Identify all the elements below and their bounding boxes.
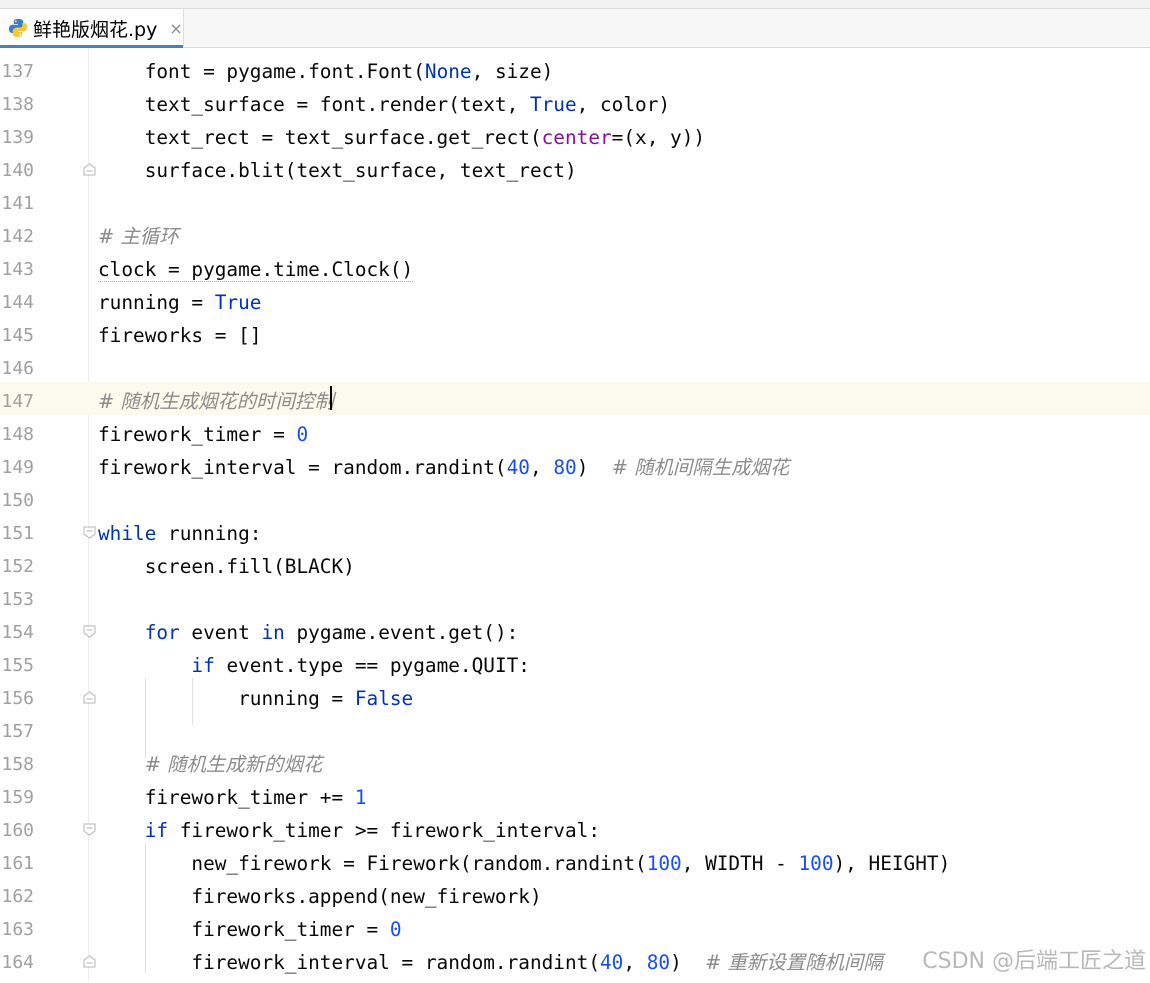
code-line: 145 fireworks = [] <box>0 316 1150 349</box>
fold-end-icon[interactable] <box>83 955 96 968</box>
window-top-border <box>0 0 1150 9</box>
code-text: firework_timer = 0 <box>98 918 402 941</box>
code-line: 144 running = True <box>0 283 1150 316</box>
line-number: 144 <box>1 292 34 313</box>
line-number: 145 <box>1 325 34 346</box>
code-line: 154 for event in pygame.event.get(): <box>0 613 1150 646</box>
code-line: 137 font = pygame.font.Font(None, size) <box>0 52 1150 85</box>
code-line: 143 clock = pygame.time.Clock() <box>0 250 1150 283</box>
line-number: 148 <box>1 424 34 445</box>
code-text: if firework_timer >= firework_interval: <box>144 819 601 842</box>
code-text: running = False <box>98 687 414 710</box>
code-text: clock = pygame.time.Clock() <box>98 258 414 282</box>
line-number: 151 <box>1 523 34 544</box>
code-line: 159 firework_timer += 1 <box>0 778 1150 811</box>
code-line: 152 screen.fill(BLACK) <box>0 547 1150 580</box>
code-text: surface.blit(text_surface, text_rect) <box>98 159 577 182</box>
code-line: 158 # 随机生成新的烟花 <box>0 745 1150 778</box>
watermark: CSDN @后端工匠之道 <box>922 949 1146 974</box>
code-text: text_surface = font.render(text, True, c… <box>98 93 671 116</box>
code-line: 146 <box>0 349 1150 382</box>
tab-file[interactable]: 鲜艳版烟花.py × <box>0 9 184 48</box>
line-number: 164 <box>1 952 34 973</box>
code-text: running = True <box>98 291 262 314</box>
line-number: 150 <box>1 490 34 511</box>
code-line: 139 text_rect = text_surface.get_rect(ce… <box>0 118 1150 151</box>
line-number: 137 <box>1 61 34 82</box>
line-number: 163 <box>1 919 34 940</box>
line-number: 143 <box>1 259 34 280</box>
line-number: 161 <box>1 853 34 874</box>
code-line: 155 if event.type == pygame.QUIT: <box>0 646 1150 679</box>
code-text: font = pygame.font.Font(None, size) <box>98 60 554 83</box>
code-text: fireworks = [] <box>98 324 262 347</box>
line-number: 140 <box>1 160 34 181</box>
current-code-line: 147 # 随机生成烟花的时间控制 <box>0 382 1150 415</box>
line-number: 139 <box>1 127 34 148</box>
code-text: firework_timer += 1 <box>98 786 367 809</box>
line-number: 138 <box>1 94 34 115</box>
code-line: 160 if firework_timer >= firework_interv… <box>0 811 1150 844</box>
code-text: for event in pygame.event.get(): <box>144 621 519 644</box>
code-text: new_firework = Firework(random.randint(1… <box>98 852 951 875</box>
line-number: 160 <box>1 820 34 841</box>
code-text: text_rect = text_surface.get_rect(center… <box>98 126 706 149</box>
code-line: 140 surface.blit(text_surface, text_rect… <box>0 151 1150 184</box>
line-number: 159 <box>1 787 34 808</box>
line-number: 162 <box>1 886 34 907</box>
code-line: 141 <box>0 184 1150 217</box>
editor-tab-bar: 鲜艳版烟花.py × <box>0 9 1150 48</box>
code-editor[interactable]: 137 font = pygame.font.Font(None, size) … <box>0 48 1150 981</box>
code-line: 138 text_surface = font.render(text, Tru… <box>0 85 1150 118</box>
line-number: 157 <box>1 721 34 742</box>
code-line: 161 new_firework = Firework(random.randi… <box>0 844 1150 877</box>
code-line: 163 firework_timer = 0 <box>0 910 1150 943</box>
close-icon[interactable]: × <box>169 19 182 38</box>
code-line: 153 <box>0 580 1150 613</box>
code-line: 162 fireworks.append(new_firework) <box>0 877 1150 910</box>
code-text: fireworks.append(new_firework) <box>98 885 542 908</box>
code-line: 151 while running: <box>0 514 1150 547</box>
code-line: 149 firework_interval = random.randint(4… <box>0 448 1150 481</box>
code-text: while running: <box>98 522 262 545</box>
line-number: 156 <box>1 688 34 709</box>
fold-start-icon[interactable] <box>83 823 96 836</box>
line-number: 158 <box>1 754 34 775</box>
code-comment: # 主循环 <box>98 225 179 248</box>
fold-end-icon[interactable] <box>83 163 96 176</box>
line-number: 155 <box>1 655 34 676</box>
code-text: firework_interval = random.randint(40, 8… <box>98 951 883 974</box>
fold-start-icon[interactable] <box>83 625 96 638</box>
line-number: 152 <box>1 556 34 577</box>
text-cursor <box>330 386 332 410</box>
code-line: 150 <box>0 481 1150 514</box>
line-number: 141 <box>1 193 34 214</box>
code-text: screen.fill(BLACK) <box>98 555 355 578</box>
fold-end-icon[interactable] <box>83 691 96 704</box>
code-line: 156 running = False <box>0 679 1150 712</box>
line-number: 154 <box>1 622 34 643</box>
code-line: 148 firework_timer = 0 <box>0 415 1150 448</box>
fold-start-icon[interactable] <box>83 526 96 539</box>
python-file-icon <box>9 19 27 37</box>
code-text: firework_interval = random.randint(40, 8… <box>98 456 790 479</box>
line-number: 142 <box>1 226 34 247</box>
code-text: firework_timer = 0 <box>98 423 309 446</box>
line-number: 149 <box>1 457 34 478</box>
line-number: 153 <box>1 589 34 610</box>
code-text: # 随机生成新的烟花 <box>144 753 323 776</box>
code-line: 157 <box>0 712 1150 745</box>
line-number: 147 <box>1 391 34 412</box>
code-comment: # 随机生成烟花的时间控制 <box>98 390 334 413</box>
tab-label: 鲜艳版烟花.py <box>33 18 158 41</box>
line-number: 146 <box>1 358 34 379</box>
code-line: 142 # 主循环 <box>0 217 1150 250</box>
code-text: if event.type == pygame.QUIT: <box>191 654 530 677</box>
